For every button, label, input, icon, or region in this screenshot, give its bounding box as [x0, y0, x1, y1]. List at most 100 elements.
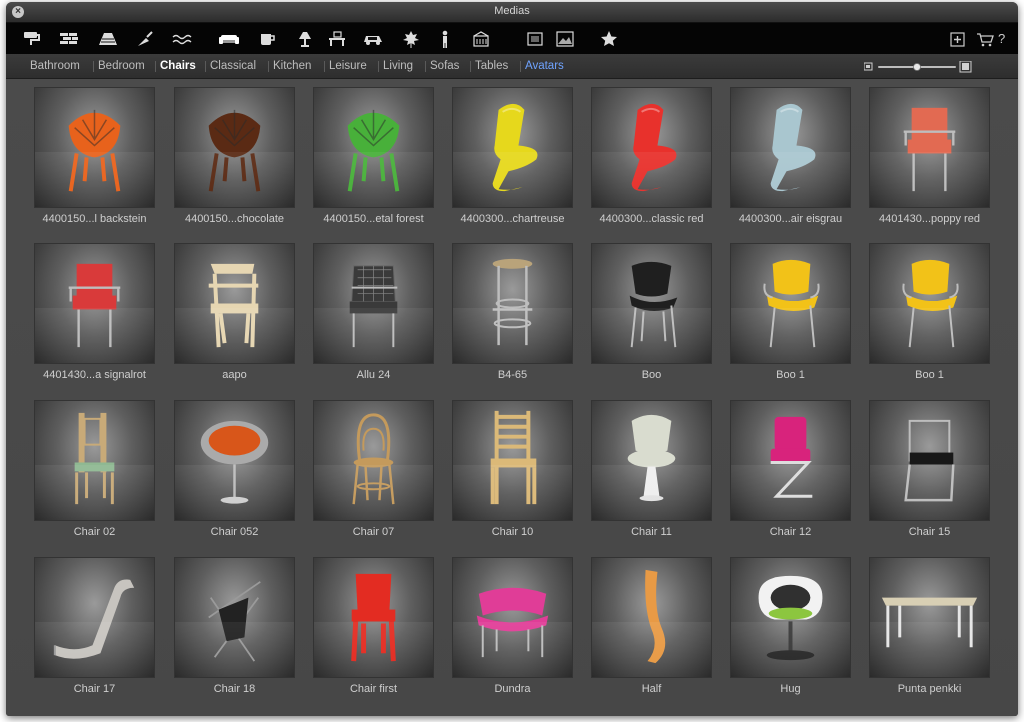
cup-icon[interactable]: [256, 28, 278, 50]
tab-avatars[interactable]: Avatars: [525, 60, 564, 72]
media-item-label: aapo: [222, 369, 247, 381]
media-thumbnail[interactable]: [869, 557, 990, 678]
media-thumbnail[interactable]: [452, 87, 573, 208]
media-item-label: 4400300...classic red: [599, 213, 704, 225]
media-thumbnail[interactable]: [452, 243, 573, 364]
tab-living[interactable]: Living: [383, 60, 413, 72]
media-item-label: Half: [641, 683, 662, 695]
brick-wall-icon[interactable]: [58, 28, 80, 50]
chair-image: [881, 597, 978, 648]
chair-image: [490, 410, 537, 505]
chair-image: [351, 573, 396, 662]
tab-separator: [520, 61, 521, 72]
tab-separator: [155, 61, 156, 72]
media-item-label: Chair 052: [210, 526, 259, 538]
tab-sofas[interactable]: Sofas: [430, 60, 459, 72]
chair-image: [631, 103, 677, 192]
media-thumbnail[interactable]: [591, 243, 712, 364]
media-thumbnail[interactable]: [869, 87, 990, 208]
texture-icon[interactable]: [524, 28, 546, 50]
media-thumbnail[interactable]: [34, 557, 155, 678]
desk-icon[interactable]: [326, 28, 348, 50]
media-thumbnail[interactable]: [34, 400, 155, 521]
media-thumbnail[interactable]: [174, 243, 295, 364]
window-title: Medias: [494, 5, 530, 17]
media-thumbnail[interactable]: [34, 87, 155, 208]
chair-image: [492, 103, 538, 192]
image-icon[interactable]: [554, 28, 576, 50]
media-item-label: Chair 02: [73, 526, 116, 538]
new-folder-icon[interactable]: [946, 28, 968, 50]
trowel-icon[interactable]: [134, 28, 156, 50]
chair-image: [492, 258, 533, 346]
media-item-label: 4400300...air eisgrau: [738, 213, 843, 225]
chair-image: [758, 575, 823, 661]
car-icon[interactable]: [362, 28, 384, 50]
media-thumbnail[interactable]: [730, 400, 851, 521]
roof-tiles-icon[interactable]: [97, 28, 119, 50]
water-icon[interactable]: [171, 28, 193, 50]
media-item-label: 4400150...chocolate: [184, 213, 285, 225]
media-thumbnail[interactable]: [174, 557, 295, 678]
paint-roller-icon[interactable]: [20, 28, 42, 50]
media-thumbnail[interactable]: [452, 557, 573, 678]
zoom-slider-graphic: [863, 60, 972, 73]
media-thumbnail[interactable]: [730, 87, 851, 208]
media-item-label: Chair 10: [491, 526, 534, 538]
media-item-label: Boo: [641, 369, 662, 381]
tab-separator: [268, 61, 269, 72]
media-thumbnail[interactable]: [591, 400, 712, 521]
chair-image: [349, 265, 398, 348]
media-thumbnail[interactable]: [313, 557, 434, 678]
tab-chairs[interactable]: Chairs: [160, 60, 196, 72]
chair-image: [627, 414, 676, 502]
chair-image: [53, 579, 135, 659]
tab-tables[interactable]: Tables: [475, 60, 508, 72]
media-thumbnail[interactable]: [34, 243, 155, 364]
cart-icon[interactable]: [974, 28, 996, 50]
media-thumbnail[interactable]: [452, 400, 573, 521]
tab-bathroom[interactable]: Bathroom: [30, 60, 80, 72]
zoom-slider[interactable]: [863, 60, 972, 73]
media-thumbnail[interactable]: [730, 557, 851, 678]
media-item-label: Chair 15: [908, 526, 951, 538]
media-item-label: Chair 11: [631, 526, 672, 538]
media-thumbnail[interactable]: [869, 400, 990, 521]
chair-image: [68, 109, 121, 192]
tab-separator: [378, 61, 379, 72]
leaf-icon[interactable]: [400, 28, 422, 50]
media-thumbnail[interactable]: [869, 243, 990, 364]
chair-image: [68, 263, 121, 348]
tab-leisure[interactable]: Leisure: [329, 60, 367, 72]
lamp-icon[interactable]: [294, 28, 316, 50]
chair-image: [904, 419, 955, 502]
building-icon[interactable]: [470, 28, 492, 50]
media-item-label: Dundra: [494, 683, 531, 695]
star-icon[interactable]: [598, 28, 620, 50]
media-thumbnail[interactable]: [730, 243, 851, 364]
chair-image: [902, 259, 959, 348]
media-thumbnail[interactable]: [591, 87, 712, 208]
chair-image: [74, 412, 115, 505]
help-icon[interactable]: ?: [998, 31, 1018, 53]
media-thumbnail[interactable]: [313, 243, 434, 364]
media-thumbnail[interactable]: [174, 87, 295, 208]
person-icon[interactable]: [434, 28, 456, 50]
media-item-label: Chair 12: [769, 526, 812, 538]
media-item-label: 4400150...l backstein: [42, 213, 147, 225]
media-thumbnail[interactable]: [313, 400, 434, 521]
tab-separator: [425, 61, 426, 72]
media-item-label: B4-65: [497, 369, 528, 381]
chair-image: [629, 261, 678, 348]
chair-image: [208, 263, 259, 348]
media-thumbnail[interactable]: [313, 87, 434, 208]
tab-kitchen[interactable]: Kitchen: [273, 60, 311, 72]
subcategory-bar: Bathroom Bedroom Chairs Classical Kitchen Lei…: [6, 54, 1018, 79]
tab-classical[interactable]: Classical: [210, 60, 256, 72]
tab-separator: [470, 61, 471, 72]
media-thumbnail[interactable]: [174, 400, 295, 521]
tab-bedroom[interactable]: Bedroom: [98, 60, 145, 72]
media-thumbnail[interactable]: [591, 557, 712, 678]
sofa-icon[interactable]: [218, 28, 240, 50]
chair-image: [208, 581, 261, 662]
